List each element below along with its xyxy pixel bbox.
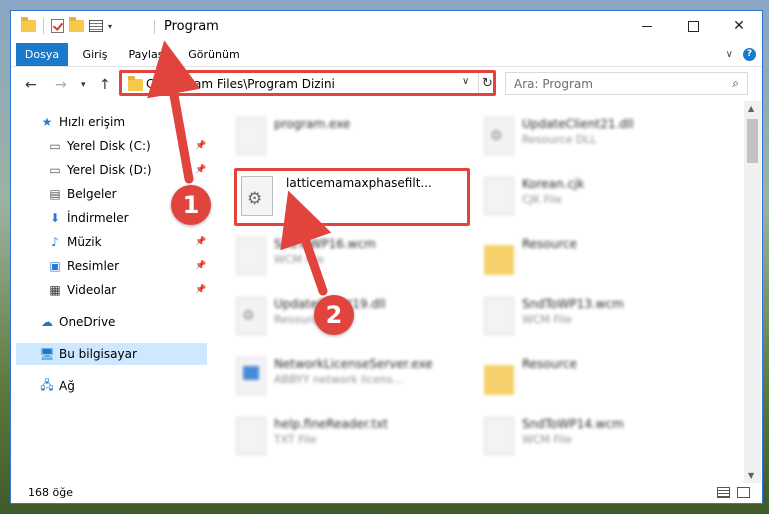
arrow-to-address-bar	[147, 40, 201, 184]
step-2-badge: 2	[314, 295, 354, 335]
step-1-badge: 1	[171, 185, 211, 225]
arrow-to-target-file	[280, 190, 332, 296]
annotation-arrows	[147, 40, 332, 296]
explorer-window: ▾ Program ✕ Dosya Giriş Paylaş Görünüm ∨…	[10, 10, 763, 504]
